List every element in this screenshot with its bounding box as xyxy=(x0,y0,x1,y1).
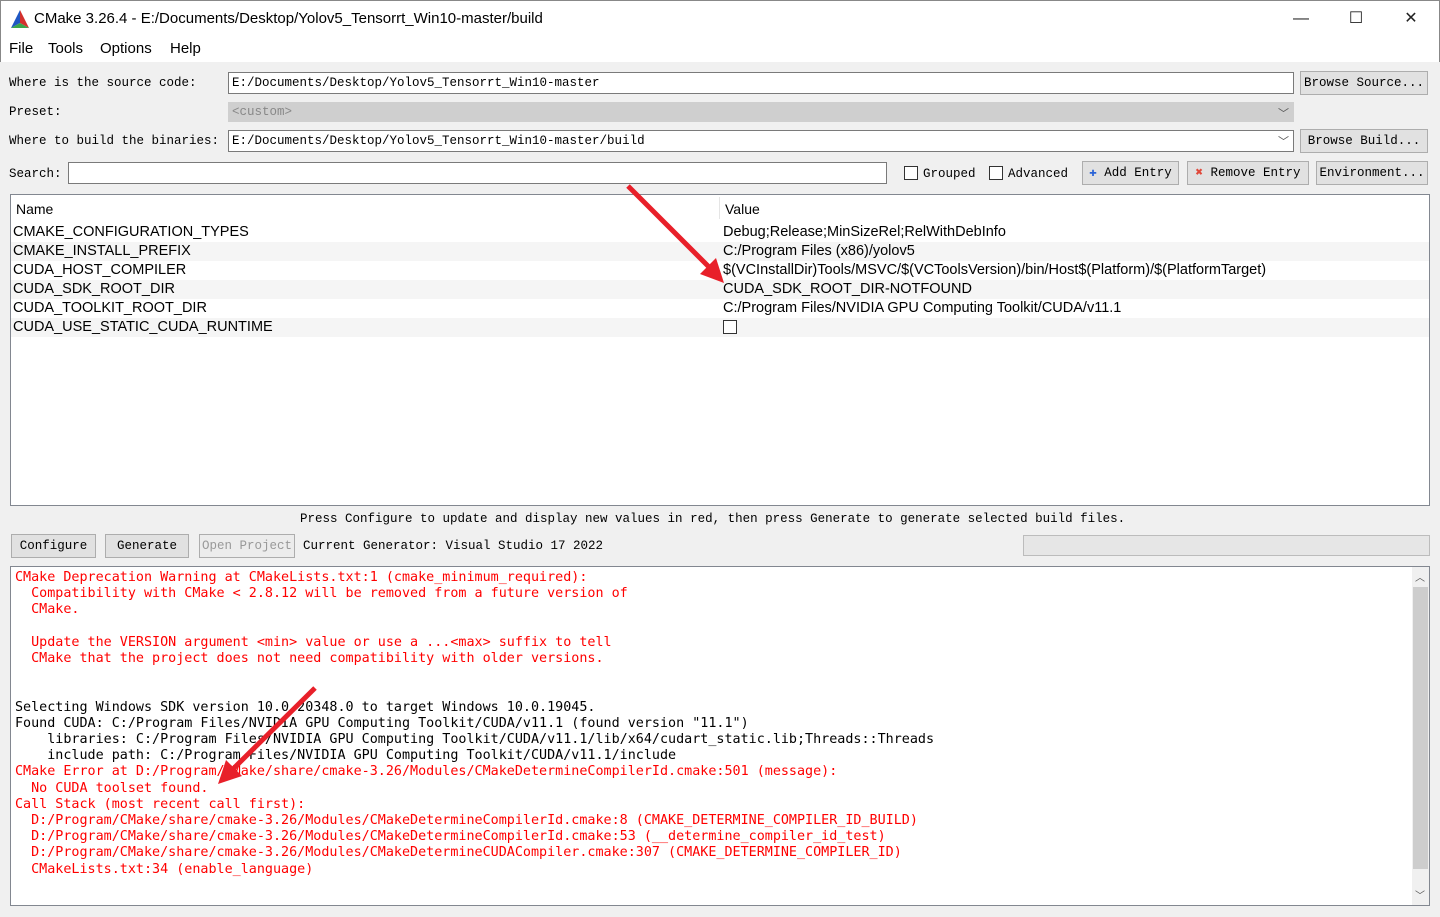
preset-value: <custom> xyxy=(232,105,293,119)
table-row[interactable]: CUDA_SDK_ROOT_DIR CUDA_SDK_ROOT_DIR-NOTFO… xyxy=(11,280,1429,299)
cache-table: Name Value CMAKE_CONFIGURATION_TYPES Debu… xyxy=(10,194,1430,506)
close-button[interactable]: ✕ xyxy=(1391,7,1431,31)
menu-bar: File Tools Options Help xyxy=(0,36,1440,62)
build-value: E:/Documents/Desktop/Yolov5_Tensorrt_Win… xyxy=(232,134,645,148)
log-line: D:/Program/CMake/share/cmake-3.26/Module… xyxy=(15,829,886,845)
maximize-button[interactable]: ☐ xyxy=(1336,7,1376,31)
scroll-up-icon[interactable]: ︿ xyxy=(1415,569,1425,584)
menu-file[interactable]: File xyxy=(9,40,33,57)
entry-name: CUDA_USE_STATIC_CUDA_RUNTIME xyxy=(13,319,273,335)
window-title: CMake 3.26.4 - E:/Documents/Desktop/Yolo… xyxy=(34,10,543,27)
preset-select: <custom> ﹀ xyxy=(228,102,1294,122)
entry-value[interactable]: $(VCInstallDir)Tools/MSVC/$(VCToolsVersi… xyxy=(723,262,1266,278)
log-line: D:/Program/CMake/share/cmake-3.26/Module… xyxy=(15,845,902,861)
scrollbar-thumb[interactable] xyxy=(1413,587,1428,869)
output-log[interactable]: CMake Deprecation Warning at CMakeLists.… xyxy=(10,566,1430,906)
table-row[interactable]: CMAKE_CONFIGURATION_TYPES Debug;Release;M… xyxy=(11,223,1429,242)
log-line: No CUDA toolset found. xyxy=(15,780,209,796)
log-line: Selecting Windows SDK version 10.0.20348… xyxy=(15,699,596,715)
generate-button[interactable]: Generate xyxy=(105,534,189,558)
log-line: CMakeLists.txt:34 (enable_language) xyxy=(15,861,314,877)
scroll-down-icon[interactable]: ﹀ xyxy=(1415,887,1425,902)
add-entry-button[interactable]: ✚ Add Entry xyxy=(1082,161,1179,185)
menu-tools[interactable]: Tools xyxy=(48,40,83,57)
log-line: Update the VERSION argument <min> value … xyxy=(15,634,612,650)
column-header-name[interactable]: Name xyxy=(16,201,53,217)
chevron-down-icon: ﹀ xyxy=(1278,109,1289,121)
hint-text: Press Configure to update and display ne… xyxy=(300,512,1126,526)
source-label: Where is the source code: xyxy=(9,76,197,90)
search-label: Search: xyxy=(9,167,62,181)
remove-entry-label: Remove Entry xyxy=(1210,166,1301,180)
entry-name: CMAKE_INSTALL_PREFIX xyxy=(13,243,191,259)
log-line: Compatibility with CMake < 2.8.12 will b… xyxy=(15,586,628,602)
environment-button[interactable]: Environment... xyxy=(1316,161,1428,185)
log-line: include path: C:/Program Files/NVIDIA GP… xyxy=(15,748,677,764)
entry-name: CUDA_HOST_COMPILER xyxy=(13,262,187,278)
log-line: CMake that the project does not need com… xyxy=(15,651,604,666)
log-line: D:/Program/CMake/share/cmake-3.26/Module… xyxy=(15,813,918,828)
source-input[interactable]: E:/Documents/Desktop/Yolov5_Tensorrt_Win… xyxy=(228,72,1294,94)
advanced-checkbox[interactable] xyxy=(989,166,1003,180)
column-divider xyxy=(719,197,720,219)
search-input[interactable] xyxy=(68,162,887,184)
entry-value[interactable]: CUDA_SDK_ROOT_DIR-NOTFOUND xyxy=(723,281,972,297)
build-label: Where to build the binaries: xyxy=(9,134,220,148)
log-line: CMake Error at D:/Program/CMake/share/cm… xyxy=(15,764,838,780)
remove-entry-button[interactable]: ✖ Remove Entry xyxy=(1187,161,1309,185)
preset-label: Preset: xyxy=(9,105,62,119)
table-row[interactable]: CUDA_USE_STATIC_CUDA_RUNTIME xyxy=(11,318,1429,337)
current-generator: Current Generator: Visual Studio 17 2022 xyxy=(303,539,604,553)
log-line: CMake. xyxy=(15,602,80,618)
cmake-logo-icon xyxy=(11,10,29,28)
progress-bar xyxy=(1023,535,1430,556)
table-row[interactable]: CMAKE_INSTALL_PREFIX C:/Program Files (x8… xyxy=(11,242,1429,261)
add-entry-label: Add Entry xyxy=(1104,166,1172,180)
title-bar: CMake 3.26.4 - E:/Documents/Desktop/Yolo… xyxy=(0,0,1440,36)
entry-value[interactable]: C:/Program Files/NVIDIA GPU Computing To… xyxy=(723,300,1121,316)
configure-button[interactable]: Configure xyxy=(11,534,96,558)
entry-name: CUDA_SDK_ROOT_DIR xyxy=(13,281,175,297)
x-icon: ✖ xyxy=(1195,166,1203,180)
scrollbar[interactable]: ︿ ﹀ xyxy=(1412,567,1429,905)
open-project-button: Open Project xyxy=(199,534,295,558)
grouped-label: Grouped xyxy=(923,167,976,181)
entry-value[interactable]: C:/Program Files (x86)/yolov5 xyxy=(723,243,915,259)
browse-build-button[interactable]: Browse Build... xyxy=(1300,129,1428,153)
entry-checkbox[interactable] xyxy=(723,320,737,334)
column-header-value[interactable]: Value xyxy=(725,201,760,217)
menu-help[interactable]: Help xyxy=(170,40,201,57)
table-row[interactable]: CUDA_TOOLKIT_ROOT_DIR C:/Program Files/NV… xyxy=(11,299,1429,318)
entry-name: CUDA_TOOLKIT_ROOT_DIR xyxy=(13,300,207,316)
build-input[interactable]: E:/Documents/Desktop/Yolov5_Tensorrt_Win… xyxy=(228,130,1294,152)
chevron-down-icon[interactable]: ﹀ xyxy=(1278,133,1289,149)
log-line: Found CUDA: C:/Program Files/NVIDIA GPU … xyxy=(15,715,749,731)
entry-value[interactable]: Debug;Release;MinSizeRel;RelWithDebInfo xyxy=(723,224,1006,240)
log-line: Call Stack (most recent call first): xyxy=(15,796,306,812)
grouped-checkbox[interactable] xyxy=(904,166,918,180)
entry-name: CMAKE_CONFIGURATION_TYPES xyxy=(13,224,249,240)
plus-icon: ✚ xyxy=(1089,166,1097,180)
browse-source-button[interactable]: Browse Source... xyxy=(1300,71,1428,95)
menu-options[interactable]: Options xyxy=(100,40,152,57)
table-row[interactable]: CUDA_HOST_COMPILER $(VCInstallDir)Tools/M… xyxy=(11,261,1429,280)
log-line: CMake Deprecation Warning at CMakeLists.… xyxy=(15,570,588,585)
log-line: libraries: C:/Program Files/NVIDIA GPU C… xyxy=(15,732,935,747)
advanced-label: Advanced xyxy=(1008,167,1069,181)
minimize-button[interactable]: — xyxy=(1281,7,1321,31)
